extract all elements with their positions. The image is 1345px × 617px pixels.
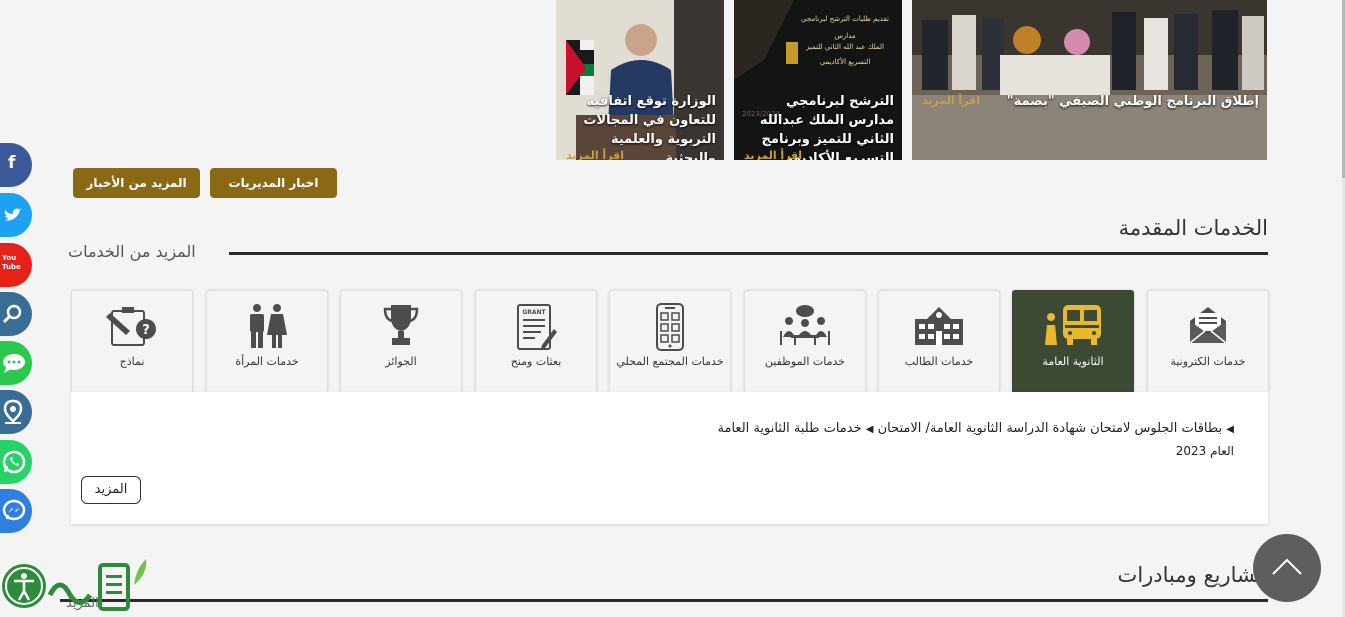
tab-label: خدمات المرأة: [235, 355, 299, 368]
location-icon[interactable]: [0, 390, 32, 434]
svg-text:GRANT: GRANT: [522, 309, 546, 316]
chat-bubble-glyph: [3, 354, 25, 373]
news-photo-group: [912, 0, 1267, 160]
back-to-top-button[interactable]: [1253, 534, 1321, 602]
whatsapp-icon[interactable]: [0, 440, 32, 484]
tab-community-services[interactable]: خدمات المجتمع المحلي: [609, 290, 731, 392]
directorates-news-button[interactable]: اخبار المديريات: [210, 168, 337, 198]
news-card-1[interactable]: إطلاق البرنامج الوطني الصيفي "بصمة" اقرأ…: [912, 0, 1267, 160]
tab-general-secondary[interactable]: الثانوية العامة: [1012, 290, 1134, 392]
breadcrumb-continuation: العام 2023: [1175, 444, 1234, 458]
grant-document-icon: GRANT: [517, 304, 557, 350]
svg-text:?: ?: [142, 323, 150, 338]
more-news-button[interactable]: المزيد من الأخبار: [73, 168, 200, 198]
tab-label: خدمات الطالب: [904, 355, 974, 368]
panel-more-button[interactable]: المزيد: [81, 476, 141, 504]
poster-text: تقديم طلبات الترشح لبرنامجي مدارس الملك …: [794, 14, 896, 68]
breadcrumb-item[interactable]: بطاقات الجلوس لامتحان شهادة الدراسة الثا…: [878, 421, 1223, 436]
magnifier-glyph: [2, 304, 22, 324]
messenger-glyph: [2, 499, 26, 521]
messenger-icon[interactable]: [0, 489, 32, 533]
meeting-icon: [780, 305, 830, 345]
school-building-icon: [915, 307, 963, 345]
trophy-icon: [383, 305, 419, 345]
tab-label: خدمات الموظفين: [764, 355, 846, 368]
chevron-left-icon: ◀: [865, 424, 874, 435]
tab-label: خدمات الكترونية: [1170, 355, 1246, 368]
projects-heading: مشاريع ومبادرات: [1117, 563, 1267, 587]
tab-electronic-services[interactable]: خدمات الكترونية: [1147, 290, 1269, 392]
services-heading: الخدمات المقدمة: [1118, 216, 1268, 240]
tab-scholarships[interactable]: GRANT بعثات ومنح: [475, 290, 597, 392]
tab-label: نماذج: [119, 355, 145, 368]
pin-glyph: [3, 399, 23, 424]
tab-label: الجوائز: [385, 355, 417, 368]
news-card-2[interactable]: تقديم طلبات الترشح لبرنامجي مدارس الملك …: [734, 0, 902, 160]
man-woman-icon: [250, 304, 287, 348]
tab-women-services[interactable]: خدمات المرأة: [206, 290, 328, 392]
tab-label: خدمات المجتمع المحلي: [616, 355, 724, 368]
tab-employee-services[interactable]: خدمات الموظفين: [744, 290, 866, 392]
tab-label: بعثات ومنح: [510, 355, 562, 368]
poster-line: الملك عبد الله الثاني للتميز: [805, 43, 885, 51]
tab-label: الثانوية العامة: [1042, 355, 1104, 368]
tab-student-services[interactable]: خدمات الطالب: [878, 290, 1000, 392]
poster-line: التسريع الأكاديمي: [819, 58, 871, 66]
breadcrumb: ◀ بطاقات الجلوس لامتحان شهادة الدراسة ال…: [718, 421, 1234, 436]
tab-forms[interactable]: ? نماذج: [71, 290, 193, 392]
chat-icon[interactable]: [0, 341, 32, 385]
chevron-up-icon: [1272, 558, 1302, 575]
school-bus-icon: [1045, 305, 1101, 345]
facebook-icon[interactable]: f: [0, 143, 32, 187]
twitter-icon[interactable]: [0, 193, 32, 237]
youtube-glyph: You Tube: [2, 254, 21, 271]
breadcrumb-item[interactable]: خدمات طلبة الثانوية العامة: [718, 421, 862, 436]
clipboard-question-icon: ?: [106, 307, 156, 346]
envelope-icon: [1189, 307, 1227, 344]
tab-awards[interactable]: الجوائز: [340, 290, 462, 392]
services-divider: [229, 252, 1268, 255]
news-read-more-link[interactable]: اقرأ المزيد: [744, 149, 802, 160]
mobile-phone-icon: [656, 303, 684, 351]
search-icon[interactable]: [0, 292, 32, 336]
youtube-icon[interactable]: You Tube: [0, 243, 32, 287]
news-read-more-link[interactable]: اقرأ المزيد: [566, 149, 624, 160]
facebook-glyph: f: [8, 153, 16, 173]
services-panel: ◀ بطاقات الجلوس لامتحان شهادة الدراسة ال…: [71, 392, 1268, 524]
news-read-more-link[interactable]: اقرأ المزيد: [922, 94, 980, 107]
projects-divider: [60, 599, 1268, 602]
twitter-bird: [4, 208, 22, 221]
news-card-3[interactable]: الوزارة توقع اتفاقية للتعاون في المجالات…: [556, 0, 724, 160]
accessibility-logo[interactable]: [0, 555, 160, 617]
poster-line: مدارس: [834, 32, 856, 40]
more-services-link[interactable]: المزيد من الخدمات: [68, 242, 196, 261]
whatsapp-glyph: [2, 450, 26, 474]
chevron-left-icon: ◀: [1226, 424, 1234, 435]
poster-line: تقديم طلبات الترشح لبرنامجي: [801, 15, 889, 23]
